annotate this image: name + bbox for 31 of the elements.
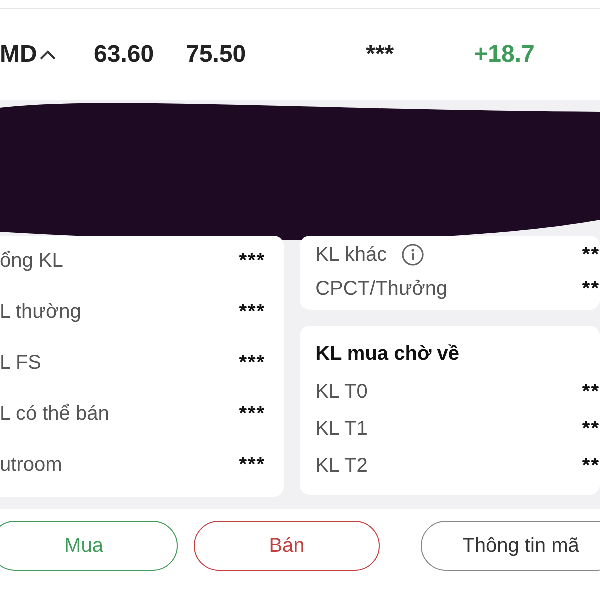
card-title: KL mua chờ về bbox=[316, 342, 460, 366]
price: 75.50 bbox=[186, 40, 246, 68]
chevron-up-icon[interactable] bbox=[40, 50, 56, 60]
price: 63.60 bbox=[94, 40, 154, 68]
row-value: *** bbox=[239, 403, 266, 426]
sell-button[interactable]: Bán bbox=[194, 521, 380, 571]
row-label: utroom bbox=[0, 454, 62, 477]
row-label: KL T1 bbox=[316, 418, 368, 441]
row-value: ** bbox=[582, 418, 600, 441]
row-value: ** bbox=[582, 278, 600, 300]
info-button[interactable]: Thông tin mã bbox=[421, 521, 600, 571]
info-icon[interactable] bbox=[401, 243, 426, 267]
row-value: *** bbox=[239, 352, 266, 375]
row-value: ** bbox=[582, 381, 600, 404]
row-label: KL khác bbox=[316, 244, 388, 266]
row-label: L FS bbox=[0, 352, 42, 375]
row-value: *** bbox=[239, 301, 266, 324]
hidden-value: *** bbox=[366, 40, 394, 68]
stock-symbol: MD bbox=[0, 40, 38, 68]
buy-button[interactable]: Mua bbox=[0, 521, 178, 571]
row-value: ** bbox=[582, 455, 600, 478]
row-value: ** bbox=[582, 244, 600, 266]
row-label: KL T2 bbox=[316, 455, 368, 478]
price-change: +18.7 bbox=[474, 40, 535, 68]
row-label: L thường bbox=[0, 301, 82, 324]
row-label: L có thể bán bbox=[0, 403, 110, 426]
row-label: ổng KL bbox=[0, 250, 64, 273]
row-label: CPCT/Thưởng bbox=[316, 278, 448, 300]
row-value: *** bbox=[239, 454, 266, 477]
row-value: *** bbox=[239, 250, 266, 273]
row-label: KL T0 bbox=[316, 381, 368, 404]
